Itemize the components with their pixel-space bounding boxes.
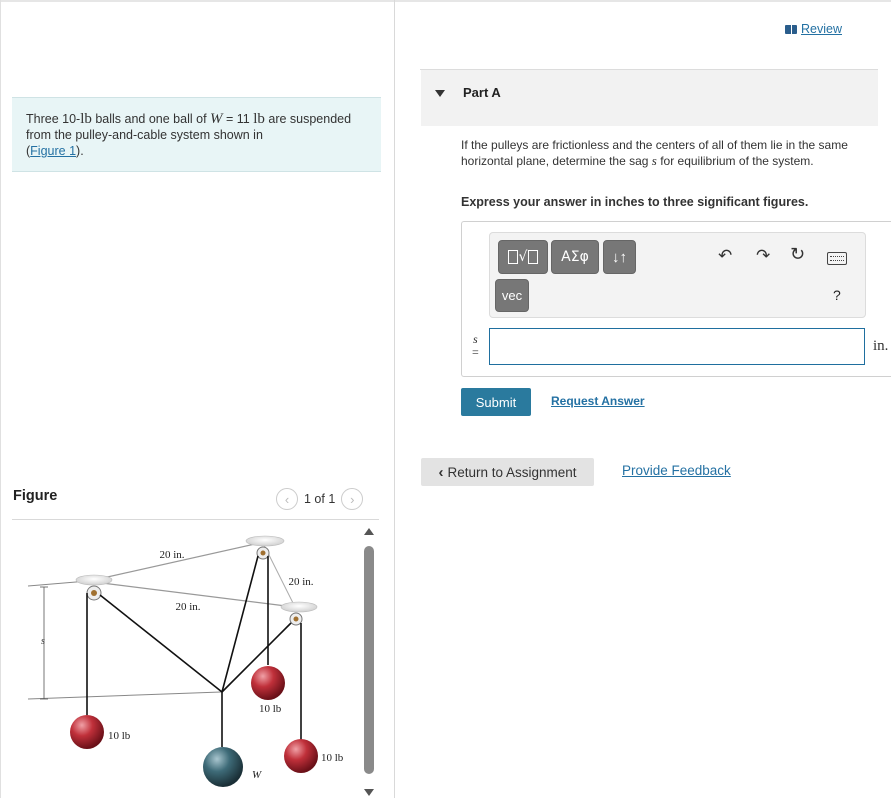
weight-center-label: 10 lb (259, 703, 282, 715)
ceiling-mount-left (75, 574, 113, 586)
sag-label: s (41, 636, 45, 647)
answer-unit: in. (873, 338, 889, 354)
cable-left-to-ring (99, 594, 223, 693)
keyboard-icon[interactable] (827, 252, 847, 265)
help-button[interactable]: ? (833, 287, 841, 303)
greek-symbols-button[interactable]: ΑΣφ (551, 240, 599, 274)
dim-top-label: 20 in. (159, 549, 184, 561)
ceiling-mount-right (280, 601, 318, 613)
review-link[interactable]: Review (785, 22, 842, 36)
figure-scrollbar[interactable] (362, 528, 376, 798)
page-indicator: 1 of 1 (304, 492, 336, 506)
support-beam-top (93, 541, 265, 581)
answer-input[interactable] (489, 328, 865, 365)
scroll-thumb[interactable] (364, 546, 374, 774)
figure-divider (12, 519, 379, 520)
chevron-right-icon[interactable]: › (341, 488, 364, 510)
answer-variable-label: s = (472, 333, 479, 359)
dim-left-label: 20 in. (175, 601, 200, 613)
answer-equals: = (472, 345, 479, 359)
question-post: for equilibrium of the system. (656, 154, 814, 168)
scroll-up-icon[interactable] (364, 528, 374, 535)
w-symbol: W (210, 111, 223, 127)
undo-icon[interactable]: ↶ (718, 246, 732, 266)
caret-down-icon[interactable] (435, 90, 445, 97)
scroll-down-icon[interactable] (364, 789, 374, 796)
request-answer-link[interactable]: Request Answer (551, 394, 645, 408)
pulley-left-hub (91, 590, 97, 596)
reset-icon[interactable]: ↻ (790, 244, 805, 265)
weight-right-label: 10 lb (321, 752, 344, 764)
weight-left-label: 10 lb (108, 730, 131, 742)
problem-mid: balls and one ball of (91, 112, 211, 126)
cable-top-to-ring (221, 555, 259, 693)
answer-instruction: Express your answer in inches to three s… (461, 195, 809, 209)
figure-pagination: ‹ 1 of 1 › (276, 488, 364, 510)
math-toolbar: √ ΑΣφ ↓↑ vec ↶ ↷ ↻ ? (489, 232, 866, 318)
chevron-left-icon: ‹ (438, 463, 444, 481)
pulley-top-hub (260, 550, 266, 556)
problem-statement: Three 10-lb balls and one ball of W = 11… (12, 97, 381, 172)
question-text: If the pulleys are frictionless and the … (461, 137, 861, 169)
templates-button[interactable]: √ (498, 240, 548, 274)
ceiling-mount-top (245, 535, 285, 547)
w-unit: lb (253, 111, 265, 127)
pulley-right-hub (293, 616, 299, 622)
reference-line-bottom (27, 691, 222, 700)
figure-title: Figure (13, 488, 58, 504)
template-square-icon (528, 250, 539, 264)
ball-center-10lb (251, 666, 285, 700)
ball-right-10lb (284, 739, 318, 773)
arrows-button[interactable]: ↓↑ (603, 240, 636, 274)
problem-intro: Three 10- (26, 112, 81, 126)
review-label: Review (801, 22, 842, 36)
ball-unit: lb (80, 111, 92, 127)
part-a-header[interactable]: Part A (421, 70, 878, 126)
part-a-title: Part A (463, 85, 501, 100)
template-square-icon (507, 250, 518, 264)
radical-icon: √ (518, 249, 528, 265)
return-to-assignment-button[interactable]: ‹ Return to Assignment (421, 458, 594, 486)
redo-icon[interactable]: ↷ (756, 246, 770, 266)
pulley-system-figure: s 20 in. 20 in. 20 in. 10 lb 10 lb 10 lb… (27, 535, 344, 787)
weight-w-label: W (252, 769, 262, 781)
chevron-left-icon[interactable]: ‹ (276, 488, 298, 510)
submit-button[interactable]: Submit (461, 388, 531, 416)
provide-feedback-link[interactable]: Provide Feedback (622, 463, 731, 478)
dim-right-label: 20 in. (288, 576, 313, 588)
ball-w (203, 747, 243, 787)
figure-link[interactable]: Figure 1 (30, 144, 76, 158)
ball-left-10lb (70, 715, 104, 749)
close-paren: ). (76, 144, 84, 158)
w-equals: = 11 (222, 112, 254, 126)
book-icon (785, 24, 797, 34)
return-label: Return to Assignment (447, 464, 577, 480)
vec-button[interactable]: vec (495, 279, 529, 312)
